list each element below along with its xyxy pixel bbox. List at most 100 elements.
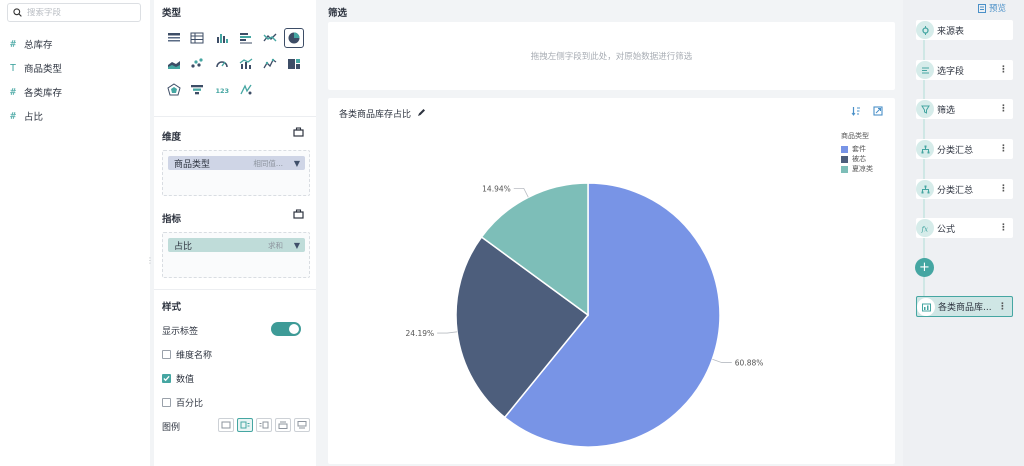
pie-chart-icon[interactable] (284, 28, 304, 48)
cross-table-icon[interactable] (187, 28, 207, 48)
caret-down-icon[interactable]: ▼ (294, 241, 300, 250)
flow-step-label: 分类汇总 (937, 145, 974, 156)
svg-text:fx: fx (921, 225, 928, 233)
legend-top-icon[interactable] (275, 418, 291, 432)
filter-hint: 拖拽左侧字段到此处，对原始数据进行筛选 (530, 52, 693, 62)
flow-step-label: 各类商品库... (938, 303, 992, 313)
more-options-icon[interactable]: ⋮ (999, 104, 1008, 114)
divider (154, 116, 316, 117)
dimension-section-title: 维度 (162, 132, 182, 143)
kpi-number-icon[interactable]: 123 (212, 80, 232, 100)
field-item[interactable]: # 各类库存 (10, 84, 62, 100)
add-step-button[interactable]: + (915, 258, 934, 277)
text-field-icon: T (10, 62, 17, 74)
checkbox[interactable] (162, 350, 171, 359)
funnel-line-icon[interactable] (260, 54, 280, 74)
scatter-chart-icon[interactable] (187, 54, 207, 74)
flow-step-label: 分类汇总 (937, 185, 974, 196)
legend-left-icon[interactable] (256, 418, 272, 432)
panel-resize-handle[interactable]: ⋮ (146, 256, 154, 265)
chart-icon (917, 298, 935, 316)
filter-dropzone[interactable]: 拖拽左侧字段到此处，对原始数据进行筛选 (328, 22, 895, 90)
legend-right-icon[interactable] (237, 418, 253, 432)
field-item[interactable]: # 总库存 (10, 36, 53, 52)
flow-step-group-summary[interactable]: 分类汇总 ⋮ (916, 139, 1013, 159)
metric-dropzone[interactable]: 占比 求和 ▼ (162, 232, 310, 278)
field-panel: # 总库存 T 商品类型 # 各类库存 # 占比 (0, 0, 150, 466)
field-label: 占比 (24, 112, 44, 123)
filter-icon (916, 100, 934, 118)
flow-step-formula[interactable]: fx 公式 ⋮ (916, 218, 1013, 238)
metric-section-title: 指标 (162, 214, 182, 225)
field-label: 商品类型 (24, 64, 63, 75)
treemap-icon[interactable] (284, 54, 304, 74)
legend-label: 图例 (162, 423, 181, 433)
flow-step-label: 筛选 (937, 105, 956, 116)
style-section-title: 样式 (162, 302, 182, 313)
dimension-settings-icon[interactable] (293, 127, 304, 140)
option-label: 维度名称 (176, 351, 213, 361)
metric-pill-label: 占比 (174, 241, 193, 252)
flow-step-filter[interactable]: 筛选 ⋮ (916, 99, 1013, 119)
bar-chart-icon[interactable] (212, 28, 232, 48)
word-cloud-icon[interactable] (236, 80, 256, 100)
legend-swatch (841, 145, 848, 153)
option-value[interactable]: 数值 (162, 372, 194, 385)
more-options-icon[interactable]: ⋮ (999, 65, 1008, 75)
flow-step-source[interactable]: 来源表 (916, 20, 1013, 40)
funnel-chart-icon[interactable] (187, 80, 207, 100)
field-item[interactable]: # 占比 (10, 108, 43, 124)
flow-step-label: 来源表 (937, 26, 965, 37)
legend-bottom-icon[interactable] (294, 418, 310, 432)
radar-chart-icon[interactable] (164, 80, 184, 100)
numeric-field-icon: # (10, 86, 17, 98)
checkbox-checked[interactable] (162, 374, 171, 383)
field-item[interactable]: T 商品类型 (10, 60, 62, 76)
legend-item[interactable]: 套件 (841, 144, 873, 154)
area-chart-icon[interactable] (164, 54, 184, 74)
label-leader-line (437, 331, 458, 334)
show-labels-toggle[interactable] (271, 322, 301, 336)
metric-pill-agg: 求和 (268, 240, 283, 250)
option-label: 百分比 (176, 399, 204, 409)
data-flow-panel: 预览 来源表 选字段 ⋮ 筛选 ⋮ 分类汇总 ⋮ 分类汇总 ⋮ fx 公式 ⋮ … (903, 0, 1024, 466)
more-options-icon[interactable]: ⋮ (999, 144, 1008, 154)
option-percent[interactable]: 百分比 (162, 396, 203, 409)
divider (154, 289, 316, 290)
pie-data-label: 24.19% (406, 329, 435, 338)
field-label: 各类库存 (24, 88, 63, 99)
more-options-icon[interactable]: ⋮ (998, 302, 1007, 312)
line-chart-icon[interactable] (260, 28, 280, 48)
field-search-box[interactable] (7, 3, 141, 22)
preview-link[interactable]: 预览 (978, 2, 1006, 14)
legend-none-icon[interactable] (218, 418, 234, 432)
metric-settings-icon[interactable] (293, 209, 304, 222)
flow-step-group-summary[interactable]: 分类汇总 ⋮ (916, 179, 1013, 199)
more-options-icon[interactable]: ⋮ (999, 223, 1008, 233)
flow-step-select-fields[interactable]: 选字段 ⋮ (916, 60, 1013, 80)
search-icon (13, 8, 22, 17)
flow-step-chart[interactable]: 各类商品库... ⋮ (916, 296, 1013, 317)
group-summary-icon (916, 140, 934, 158)
caret-down-icon[interactable]: ▼ (294, 159, 300, 168)
horizontal-bar-icon[interactable] (236, 28, 256, 48)
option-dimension-name[interactable]: 维度名称 (162, 348, 212, 361)
field-search-input[interactable] (27, 7, 137, 18)
chart-config-panel: 类型 123 维度 商品类型 相同值... ▼ 指标 占比 求和 ▼ 样式 显示… (154, 0, 316, 466)
checkbox[interactable] (162, 398, 171, 407)
flow-step-label: 公式 (937, 224, 956, 235)
combo-chart-icon[interactable] (236, 54, 256, 74)
numeric-field-icon: # (10, 38, 17, 50)
more-options-icon[interactable]: ⋮ (999, 184, 1008, 194)
legend-item[interactable]: 被芯 (841, 154, 873, 164)
filter-title: 筛选 (328, 8, 348, 19)
legend-item[interactable]: 夏凉类 (841, 164, 873, 174)
dimension-dropzone[interactable]: 商品类型 相同值... ▼ (162, 150, 310, 196)
legend-item-label: 被芯 (852, 155, 866, 163)
dimension-pill[interactable]: 商品类型 相同值... ▼ (168, 156, 305, 170)
numeric-field-icon: # (10, 110, 17, 122)
metric-pill[interactable]: 占比 求和 ▼ (168, 238, 305, 252)
label-leader-line (712, 358, 732, 363)
table-chart-icon[interactable] (164, 28, 184, 48)
gauge-chart-icon[interactable] (212, 54, 232, 74)
